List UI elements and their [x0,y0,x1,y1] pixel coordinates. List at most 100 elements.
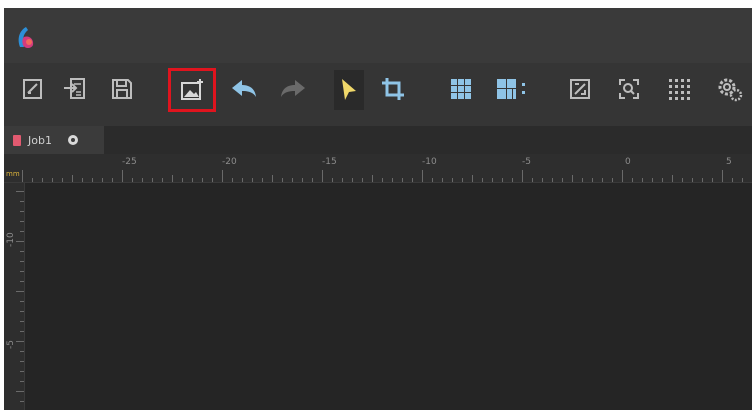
ruler-tick [432,178,433,182]
ruler-tick [602,178,603,182]
ruler-tick [202,178,203,182]
settings-button[interactable] [712,71,746,107]
zoom-fit-button[interactable] [612,71,646,107]
app-logo-icon [18,27,34,48]
ruler-tick [502,178,503,182]
ruler-tick [20,201,24,202]
ruler-tick [22,170,23,182]
ruler-tick [20,321,24,322]
crop-icon [382,78,404,100]
ruler-tick [52,178,53,182]
ruler-tick [472,175,473,182]
dot-grid-button[interactable] [662,71,696,107]
ruler-tick [682,178,683,182]
ruler-tick [16,191,24,192]
ruler-tick [512,178,513,182]
ruler-tick [422,170,423,182]
tab-close-icon[interactable] [67,135,78,145]
ruler-tick [212,178,213,182]
dot-grid-icon [669,79,690,100]
ruler-tick [362,178,363,182]
ruler-label: -10 [422,157,437,167]
fit-frame-button[interactable] [563,71,597,107]
ruler-tick [582,178,583,182]
ruler-tick [192,178,193,182]
tab-job1[interactable]: Job1 [4,126,104,154]
ruler-tick [222,170,223,182]
ruler-label: -20 [222,157,237,167]
ruler-tick [332,178,333,182]
import-file-button[interactable] [58,71,92,107]
ruler-tick [592,178,593,182]
ruler-tick [16,341,24,342]
ruler-tick [16,291,24,292]
ruler-tick [372,175,373,182]
ruler-tick [172,175,173,182]
design-canvas[interactable] [25,183,752,410]
ruler-tick [252,178,253,182]
save-button[interactable] [105,71,139,107]
ruler-label: -5 [6,340,16,349]
add-image-button[interactable] [168,68,216,112]
ruler-tick [112,178,113,182]
ruler-tick [572,175,573,182]
ruler-label: -10 [6,232,16,247]
main-toolbar [4,63,752,126]
ruler-tick [20,311,24,312]
undo-button[interactable] [227,71,261,107]
ruler-tick [482,178,483,182]
redo-icon [281,80,305,97]
ruler-tick [352,178,353,182]
ruler-tick [82,178,83,182]
ruler-tick [562,178,563,182]
ruler-tick [20,351,24,352]
ruler-tick [712,178,713,182]
ruler-tick [16,391,24,392]
horizontal-ruler: mm -25 -20 -15 -10 -5 0 5 [4,154,752,183]
ruler-label: 0 [625,157,631,167]
ruler-tick [232,178,233,182]
tab-color-marker [13,134,21,146]
ruler-tick [642,178,643,182]
ruler-tick [102,178,103,182]
ruler-tick [122,170,123,182]
ruler-tick [20,361,24,362]
ruler-tick [462,178,463,182]
undo-icon [232,80,256,97]
ruler-tick [262,178,263,182]
crop-tool-button[interactable] [376,71,410,107]
ruler-tick [20,281,24,282]
ruler-tick [152,178,153,182]
fit-frame-icon [570,79,590,99]
ruler-tick [722,170,723,182]
ruler-tick [322,170,323,182]
array-button[interactable] [444,71,478,107]
ruler-tick [312,178,313,182]
ruler-tick [692,178,693,182]
zoom-fit-icon [619,79,639,99]
ruler-tick [492,178,493,182]
ruler-tick [42,178,43,182]
ruler-tick [672,175,673,182]
redo-button[interactable] [276,71,310,107]
ruler-tick [20,231,24,232]
ruler-tick [182,178,183,182]
save-icon [112,79,132,99]
ruler-tick [20,381,24,382]
ruler-tick [242,178,243,182]
ruler-tick [662,178,663,182]
layout-button[interactable] [492,71,538,107]
select-tool-button[interactable] [334,70,364,110]
ruler-tick [20,401,24,402]
ruler-tick [16,241,24,242]
document-tab-bar: Job1 [4,126,752,154]
ruler-tick [20,261,24,262]
ruler-tick [162,178,163,182]
edit-document-button[interactable] [16,71,50,107]
vertical-ruler: -10 -5 [4,183,25,410]
ruler-tick [742,178,743,182]
ruler-tick [392,178,393,182]
ruler-tick [272,175,273,182]
ruler-tick [552,178,553,182]
title-bar [4,8,752,63]
